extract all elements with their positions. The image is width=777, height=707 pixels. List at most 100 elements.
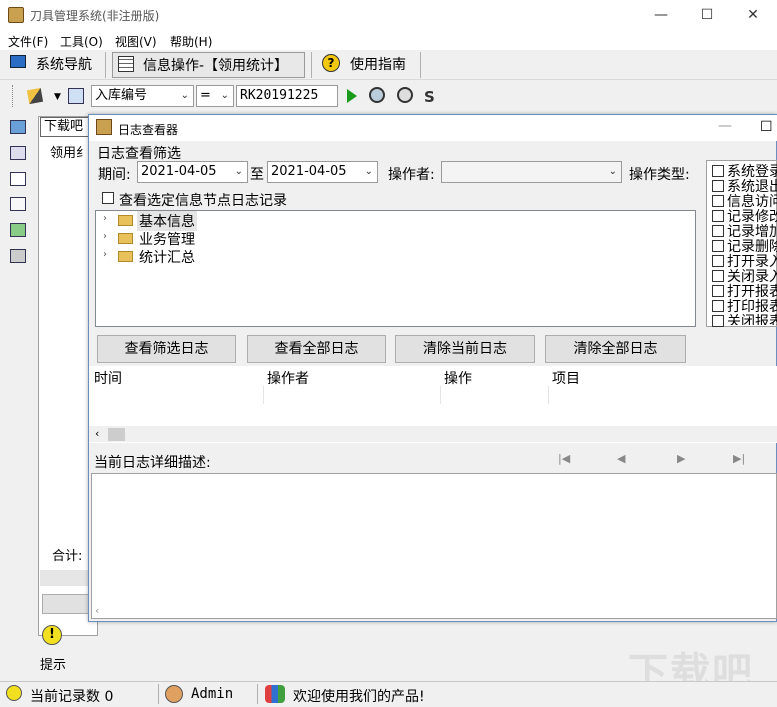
field-select[interactable]: 入库编号 ⌄ xyxy=(91,85,194,107)
scrollbar-thumb[interactable] xyxy=(108,428,125,441)
date-to-picker[interactable]: 2021-04-05 ⌄ xyxy=(267,161,378,183)
filter-group-title: 日志查看筛选 xyxy=(97,146,181,162)
last-record-button[interactable]: ▶| xyxy=(733,452,745,465)
hint-icon: ! xyxy=(42,625,62,645)
chart-icon[interactable] xyxy=(10,223,26,237)
refresh-icon[interactable]: S xyxy=(424,88,435,106)
next-record-button[interactable]: ▶ xyxy=(677,452,685,465)
dialog-title: 日志查看器 xyxy=(118,123,179,137)
hint-label: 提示 xyxy=(40,658,67,673)
op-type-checkbox[interactable] xyxy=(712,270,724,282)
run-icon[interactable] xyxy=(347,89,357,103)
background-nav-button[interactable] xyxy=(42,594,90,614)
check-selected-node-label: 查看选定信息节点日志记录 xyxy=(119,193,287,209)
list-icon[interactable] xyxy=(10,172,26,186)
op-type-checkbox[interactable] xyxy=(712,210,724,222)
grid-icon xyxy=(118,56,134,72)
title-bar: 刀具管理系统(非注册版) — ☐ ✕ xyxy=(0,0,777,30)
background-total: 合计: xyxy=(52,549,83,564)
monitor-icon[interactable] xyxy=(10,120,26,134)
current-user: Admin xyxy=(191,686,234,702)
view-filtered-log-button[interactable]: 查看筛选日志 xyxy=(97,335,236,363)
first-record-button[interactable]: |◀ xyxy=(558,452,570,465)
clear-all-log-button[interactable]: 清除全部日志 xyxy=(545,335,686,363)
search-doc-icon[interactable] xyxy=(68,88,84,104)
column-header-operation[interactable]: 操作 xyxy=(444,368,472,388)
op-type-checkbox[interactable] xyxy=(712,195,724,207)
find-next-icon[interactable] xyxy=(397,87,413,103)
horizontal-scrollbar[interactable] xyxy=(89,426,777,442)
tree-node-basic-info[interactable]: 基本信息 xyxy=(137,211,197,231)
tree-icon[interactable] xyxy=(10,146,26,160)
background-scrollbar[interactable] xyxy=(40,570,90,586)
info-icon xyxy=(6,685,22,701)
background-tab[interactable]: 下载吧 xyxy=(40,117,95,137)
status-separator xyxy=(257,684,258,704)
maximize-button[interactable]: ☐ xyxy=(684,0,730,30)
column-header-operator[interactable]: 操作者 xyxy=(267,368,309,388)
minimize-button[interactable]: — xyxy=(638,0,684,30)
period-label: 期间: xyxy=(98,167,131,183)
menu-help[interactable]: 帮助(H) xyxy=(170,33,212,50)
welcome-message: 欢迎使用我们的产品! xyxy=(293,689,425,705)
dropdown-arrow-icon[interactable]: ▼ xyxy=(54,92,61,102)
toolbar-grip xyxy=(12,85,15,107)
scroll-left-icon[interactable]: ‹ xyxy=(95,604,99,617)
operator-select[interactable]: ⌄ xyxy=(441,161,622,183)
op-type-checkbox[interactable] xyxy=(712,225,724,237)
op-type-checkbox[interactable] xyxy=(712,240,724,252)
toolbar-separator xyxy=(311,52,312,78)
window-title: 刀具管理系统(非注册版) xyxy=(30,9,160,23)
column-divider xyxy=(548,386,549,404)
expand-icon[interactable]: › xyxy=(103,231,107,242)
monitor-icon xyxy=(10,55,26,68)
product-icon xyxy=(265,685,285,703)
column-divider xyxy=(440,386,441,404)
column-header-item[interactable]: 项目 xyxy=(552,368,580,388)
tree-node-business[interactable]: 业务管理 xyxy=(139,229,195,249)
app-window: 刀具管理系统(非注册版) — ☐ ✕ 文件(F) 工具(O) 视图(V) 帮助(… xyxy=(0,0,777,707)
menu-tools[interactable]: 工具(O) xyxy=(60,33,103,50)
optype-label: 操作类型: xyxy=(629,167,690,183)
printer-icon[interactable] xyxy=(10,249,26,263)
op-type-checkbox[interactable] xyxy=(712,285,724,297)
menu-view[interactable]: 视图(V) xyxy=(115,33,157,50)
operator-select[interactable]: = ⌄ xyxy=(196,85,234,107)
tree-node-statistics[interactable]: 统计汇总 xyxy=(139,247,195,267)
status-separator xyxy=(158,684,159,704)
op-type-checkbox[interactable] xyxy=(712,315,724,327)
folder-icon xyxy=(118,233,133,244)
folder-icon xyxy=(118,251,133,262)
system-nav-button[interactable]: 系统导航 xyxy=(36,52,92,78)
folder-open-icon xyxy=(118,215,133,226)
op-type-checkbox[interactable] xyxy=(712,165,724,177)
log-detail-textarea[interactable] xyxy=(91,473,777,619)
op-type-checkbox[interactable] xyxy=(712,180,724,192)
clear-current-log-button[interactable]: 清除当前日志 xyxy=(395,335,535,363)
menu-file[interactable]: 文件(F) xyxy=(8,33,48,50)
close-button[interactable]: ✕ xyxy=(730,0,776,30)
user-guide-button[interactable]: 使用指南 xyxy=(350,52,406,78)
app-icon xyxy=(8,7,24,23)
date-from-picker[interactable]: 2021-04-05 ⌄ xyxy=(137,161,248,183)
find-icon[interactable] xyxy=(369,87,385,103)
column-header-time[interactable]: 时间 xyxy=(94,368,122,388)
pencil-icon[interactable] xyxy=(26,87,44,105)
op-type-checkbox[interactable] xyxy=(712,255,724,267)
expand-icon[interactable]: › xyxy=(103,213,107,224)
op-type-checkbox[interactable] xyxy=(712,300,724,312)
info-operation-button[interactable]: 信息操作-【领用统计】 xyxy=(112,52,305,78)
scroll-left-icon[interactable]: ‹ xyxy=(95,427,99,440)
document-icon[interactable] xyxy=(10,197,26,211)
dialog-maximize-button[interactable]: ☐ xyxy=(760,119,773,135)
prev-record-button[interactable]: ◀ xyxy=(617,452,625,465)
column-divider xyxy=(263,386,264,404)
dialog-icon xyxy=(96,119,112,135)
dialog-minimize-button[interactable]: — xyxy=(718,118,732,134)
view-all-log-button[interactable]: 查看全部日志 xyxy=(247,335,386,363)
toolbar-separator xyxy=(105,52,106,78)
search-value-input[interactable]: RK20191225 xyxy=(236,85,338,107)
dialog-title-bar xyxy=(89,115,777,141)
check-selected-node-checkbox[interactable] xyxy=(102,192,114,204)
expand-icon[interactable]: › xyxy=(103,249,107,260)
